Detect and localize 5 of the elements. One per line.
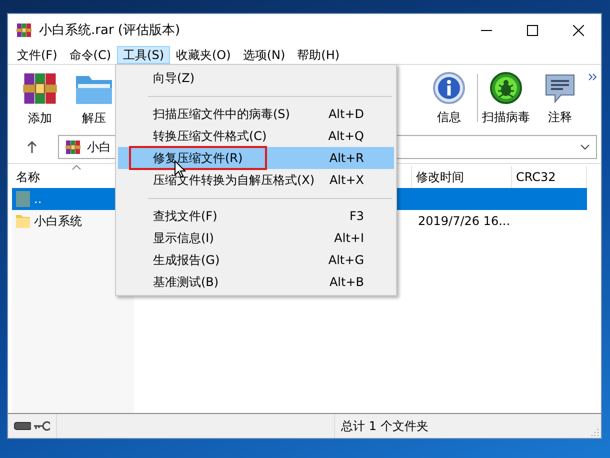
status-text: 总计 1 个文件夹	[340, 418, 428, 434]
window-title: 小白系统.rar (评估版本)	[39, 22, 180, 39]
file-name: 小白系统	[34, 212, 82, 230]
modified-date: 2019/7/26 16...	[418, 214, 510, 228]
file-name: ..	[34, 192, 42, 206]
